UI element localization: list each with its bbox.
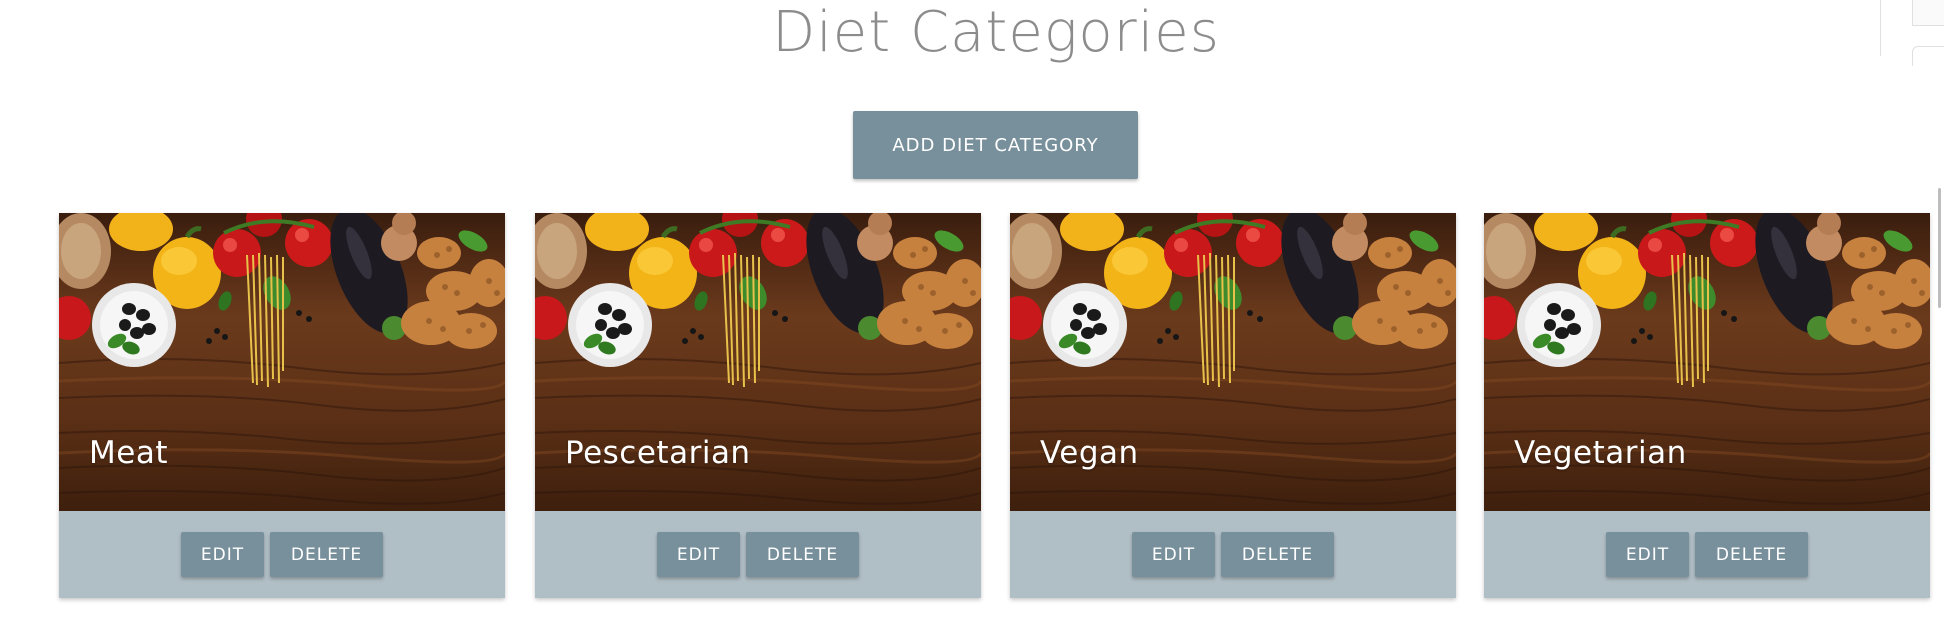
scrollbar-top-box bbox=[1912, 0, 1944, 26]
diet-card-meat: Meat EDIT DELETE bbox=[59, 213, 505, 598]
edit-button[interactable]: EDIT bbox=[657, 532, 740, 577]
card-title: Pescetarian bbox=[565, 435, 751, 471]
card-actions: EDIT DELETE bbox=[59, 511, 505, 598]
edit-button[interactable]: EDIT bbox=[1132, 532, 1215, 577]
delete-button[interactable]: DELETE bbox=[1221, 532, 1334, 577]
edit-button[interactable]: EDIT bbox=[181, 532, 264, 577]
diet-card-pescetarian: Pescetarian EDIT DELETE bbox=[535, 213, 981, 598]
delete-button[interactable]: DELETE bbox=[270, 532, 383, 577]
card-title: Vegetarian bbox=[1514, 435, 1687, 471]
add-diet-category-button[interactable]: ADD DIET CATEGORY bbox=[853, 111, 1138, 179]
edit-button[interactable]: EDIT bbox=[1606, 532, 1689, 577]
diet-card-vegan: Vegan EDIT DELETE bbox=[1010, 213, 1456, 598]
page-title: Diet Categories bbox=[772, 0, 1220, 65]
card-actions: EDIT DELETE bbox=[535, 511, 981, 598]
diet-card-vegetarian: Vegetarian EDIT DELETE bbox=[1484, 213, 1930, 598]
card-title: Vegan bbox=[1040, 435, 1139, 471]
scrollbar-divider bbox=[1880, 0, 1881, 56]
card-actions: EDIT DELETE bbox=[1484, 511, 1930, 598]
delete-button[interactable]: DELETE bbox=[1695, 532, 1808, 577]
scrollbar-bottom-box bbox=[1912, 46, 1944, 66]
scrollbar-thumb[interactable] bbox=[1938, 188, 1941, 308]
delete-button[interactable]: DELETE bbox=[746, 532, 859, 577]
card-title: Meat bbox=[89, 435, 168, 471]
card-actions: EDIT DELETE bbox=[1010, 511, 1456, 598]
